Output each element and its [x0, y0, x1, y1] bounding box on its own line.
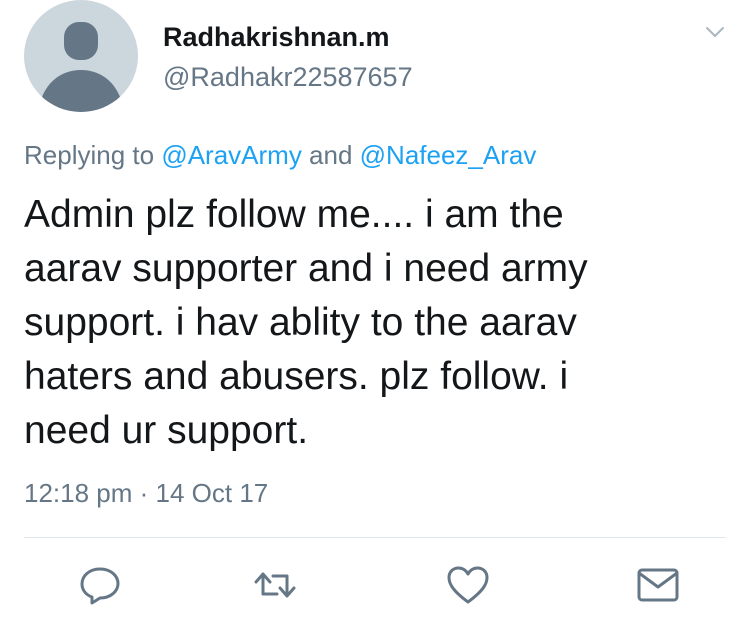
retweet-button[interactable]: [250, 560, 300, 610]
author-handle[interactable]: @Radhakr22587657: [163, 62, 413, 93]
divider: [24, 537, 726, 538]
mention-link-aravarmy[interactable]: @AravArmy: [161, 140, 302, 170]
replying-to-conjunction: and: [301, 140, 360, 170]
envelope-icon: [637, 568, 679, 602]
heart-icon: [447, 566, 489, 604]
tweet-menu-button[interactable]: [703, 20, 727, 44]
avatar[interactable]: [24, 0, 138, 112]
reply-button[interactable]: [75, 560, 125, 610]
reply-icon: [80, 567, 120, 605]
author-display-name[interactable]: Radhakrishnan.m: [163, 22, 390, 53]
tweet-actions-bar: [0, 560, 750, 610]
chevron-down-icon: [706, 27, 724, 37]
tweet-timestamp: 12:18 pm · 14 Oct 17: [24, 478, 269, 508]
mention-link-nafeez-arav[interactable]: @Nafeez_Arav: [360, 140, 537, 170]
like-button[interactable]: [443, 560, 493, 610]
replying-to-prefix: Replying to: [24, 140, 162, 170]
tweet-text: Admin plz follow me.... i am the aarav s…: [24, 193, 588, 452]
replying-to-line: Replying to @AravArmy and @Nafeez_Arav: [24, 140, 536, 171]
direct-message-button[interactable]: [633, 560, 683, 610]
default-avatar-icon: [38, 22, 124, 112]
retweet-icon: [254, 572, 296, 598]
